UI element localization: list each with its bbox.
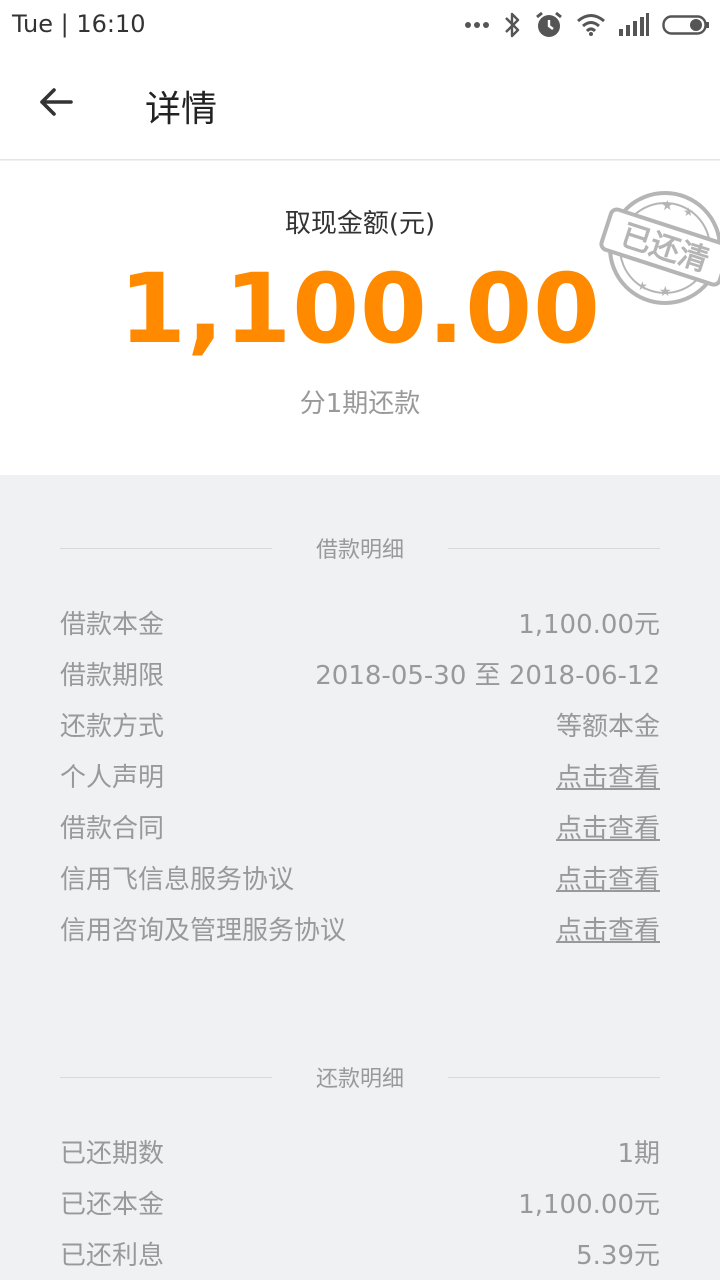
row-label: 借款合同 — [60, 814, 165, 844]
repay-row-periods: 已还期数 1期 — [60, 1129, 660, 1169]
detail-row-info-service-agreement: 信用飞信息服务协议 点击查看 — [60, 855, 660, 895]
view-consulting-agreement-link[interactable]: 点击查看 — [556, 910, 660, 947]
row-value: 1期 — [617, 1139, 660, 1169]
row-value: 1,100.00元 — [518, 610, 660, 640]
paid-stamp-icon: ★ ★ ★ ★ 已还清 — [599, 191, 720, 305]
row-label: 信用咨询及管理服务协议 — [60, 916, 347, 946]
signal-icon — [618, 13, 650, 37]
repay-row-interest: 已还利息 5.39元 — [60, 1231, 660, 1271]
alarm-icon — [534, 10, 564, 40]
status-icons — [464, 8, 710, 42]
dots-icon — [464, 20, 490, 30]
divider — [448, 1077, 660, 1078]
arrow-left-icon — [39, 87, 73, 121]
svg-text:★: ★ — [637, 279, 648, 293]
svg-text:★: ★ — [659, 284, 672, 300]
row-label: 已还利息 — [60, 1241, 165, 1271]
status-time: Tue | 16:10 — [12, 10, 146, 38]
battery-icon — [662, 14, 710, 36]
view-loan-contract-link[interactable]: 点击查看 — [556, 808, 660, 845]
detail-row-term: 借款期限 2018-05-30 至 2018-06-12 — [60, 651, 660, 691]
app-bar: 详情 — [0, 50, 720, 160]
row-value: 1,100.00元 — [518, 1190, 660, 1220]
status-bar: Tue | 16:10 — [0, 0, 720, 50]
row-label: 借款本金 — [60, 610, 165, 640]
repay-details-header: 还款明细 — [60, 1057, 660, 1097]
row-label: 借款期限 — [60, 661, 165, 691]
row-label: 还款方式 — [60, 712, 165, 742]
detail-row-method: 还款方式 等额本金 — [60, 702, 660, 742]
row-label: 个人声明 — [60, 763, 165, 793]
summary-subtitle: 分1期还款 — [299, 389, 421, 419]
row-label: 已还期数 — [60, 1139, 165, 1169]
bluetooth-icon — [502, 11, 522, 39]
page-title: 详情 — [145, 89, 218, 130]
detail-row-principal: 借款本金 1,100.00元 — [60, 600, 660, 640]
row-label: 已还本金 — [60, 1190, 165, 1220]
loan-details-header: 借款明细 — [60, 528, 660, 568]
wifi-icon — [576, 13, 606, 37]
repay-row-principal: 已还本金 1,100.00元 — [60, 1180, 660, 1220]
detail-row-personal-statement: 个人声明 点击查看 — [60, 753, 660, 793]
detail-row-loan-contract: 借款合同 点击查看 — [60, 804, 660, 844]
divider — [448, 548, 660, 549]
svg-text:★: ★ — [661, 198, 674, 214]
view-info-service-agreement-link[interactable]: 点击查看 — [556, 859, 660, 896]
row-value: 5.39元 — [576, 1241, 660, 1271]
view-personal-statement-link[interactable]: 点击查看 — [556, 757, 660, 794]
detail-row-consulting-agreement: 信用咨询及管理服务协议 点击查看 — [60, 906, 660, 946]
summary-card: 取现金额(元) 1,100.00 分1期还款 ★ ★ ★ ★ 已还清 — [0, 161, 720, 475]
svg-text:★: ★ — [683, 205, 694, 219]
loan-details-section: 借款明细 — [60, 528, 660, 568]
repay-details-section: 还款明细 — [60, 1057, 660, 1097]
back-button[interactable] — [28, 76, 84, 132]
row-value: 等额本金 — [555, 712, 660, 742]
row-value: 2018-05-30 至 2018-06-12 — [315, 661, 660, 691]
row-label: 信用飞信息服务协议 — [60, 865, 295, 895]
